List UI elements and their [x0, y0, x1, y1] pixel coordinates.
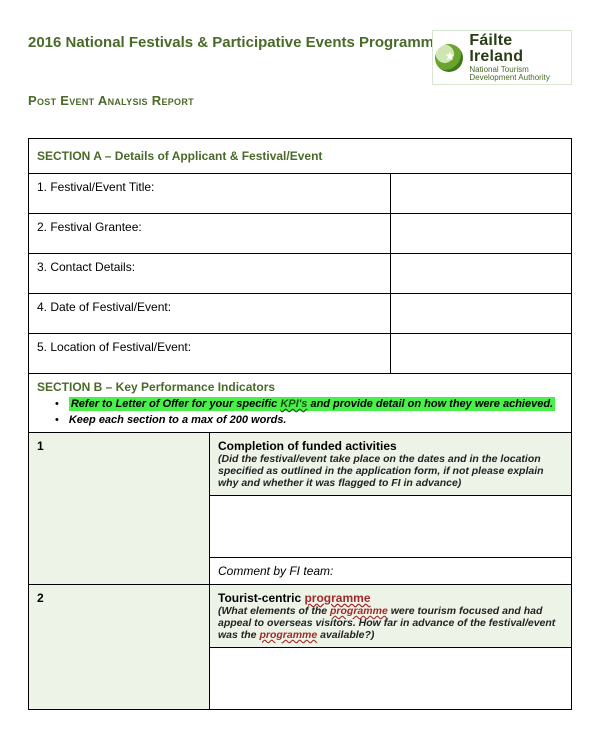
form-table: SECTION A – Details of Applicant & Festi… — [28, 138, 572, 710]
field-label-title: 1. Festival/Event Title: — [29, 174, 391, 214]
kpi-note-limit: Keep each section to a max of 200 words. — [69, 414, 287, 426]
kpi-1-response[interactable] — [210, 496, 572, 558]
field-label-date: 4. Date of Festival/Event: — [29, 294, 391, 334]
field-label-contact: 3. Contact Details: — [29, 254, 391, 294]
logo-name: Fáilte Ireland — [469, 33, 567, 65]
field-label-grantee: 2. Festival Grantee: — [29, 214, 391, 254]
document-header: 2016 National Festivals & Participative … — [28, 30, 572, 85]
field-input-contact[interactable] — [391, 254, 572, 294]
kpi-number-2: 2 — [29, 585, 210, 710]
field-input-title[interactable] — [391, 174, 572, 214]
bullet-icon: • — [55, 398, 59, 410]
kpi-1-header: Completion of funded activities (Did the… — [210, 433, 572, 496]
field-input-grantee[interactable] — [391, 214, 572, 254]
field-input-location[interactable] — [391, 334, 572, 374]
kpi-2-header: Tourist-centric programme (What elements… — [210, 585, 572, 648]
kpi-number-1: 1 — [29, 433, 210, 585]
shamrock-icon — [435, 44, 463, 72]
failte-ireland-logo: Fáilte Ireland National Tourism Developm… — [432, 30, 572, 85]
kpi-1-title: Completion of funded activities — [218, 439, 563, 453]
document-title: 2016 National Festivals & Participative … — [28, 30, 442, 51]
kpi-2-response[interactable] — [210, 648, 572, 710]
kpi-1-desc: (Did the festival/event take place on th… — [218, 453, 563, 489]
kpi-2-desc: (What elements of the programme were tou… — [218, 605, 563, 641]
logo-tagline: National Tourism Development Authority — [469, 66, 567, 82]
kpi-note-highlight: Refer to Letter of Offer for your specif… — [69, 397, 555, 411]
section-a-heading: SECTION A – Details of Applicant & Festi… — [29, 139, 572, 174]
logo-text: Fáilte Ireland National Tourism Developm… — [469, 33, 567, 82]
field-input-date[interactable] — [391, 294, 572, 334]
kpi-1-comment-label: Comment by FI team: — [210, 558, 572, 585]
field-label-location: 5. Location of Festival/Event: — [29, 334, 391, 374]
section-b-notes: • Refer to Letter of Offer for your speci… — [29, 394, 572, 433]
kpi-2-title: Tourist-centric programme — [218, 591, 563, 605]
bullet-icon: • — [55, 414, 59, 426]
section-b-heading: SECTION B – Key Performance Indicators — [29, 374, 572, 395]
document-subtitle: Post Event Analysis Report — [28, 93, 572, 108]
